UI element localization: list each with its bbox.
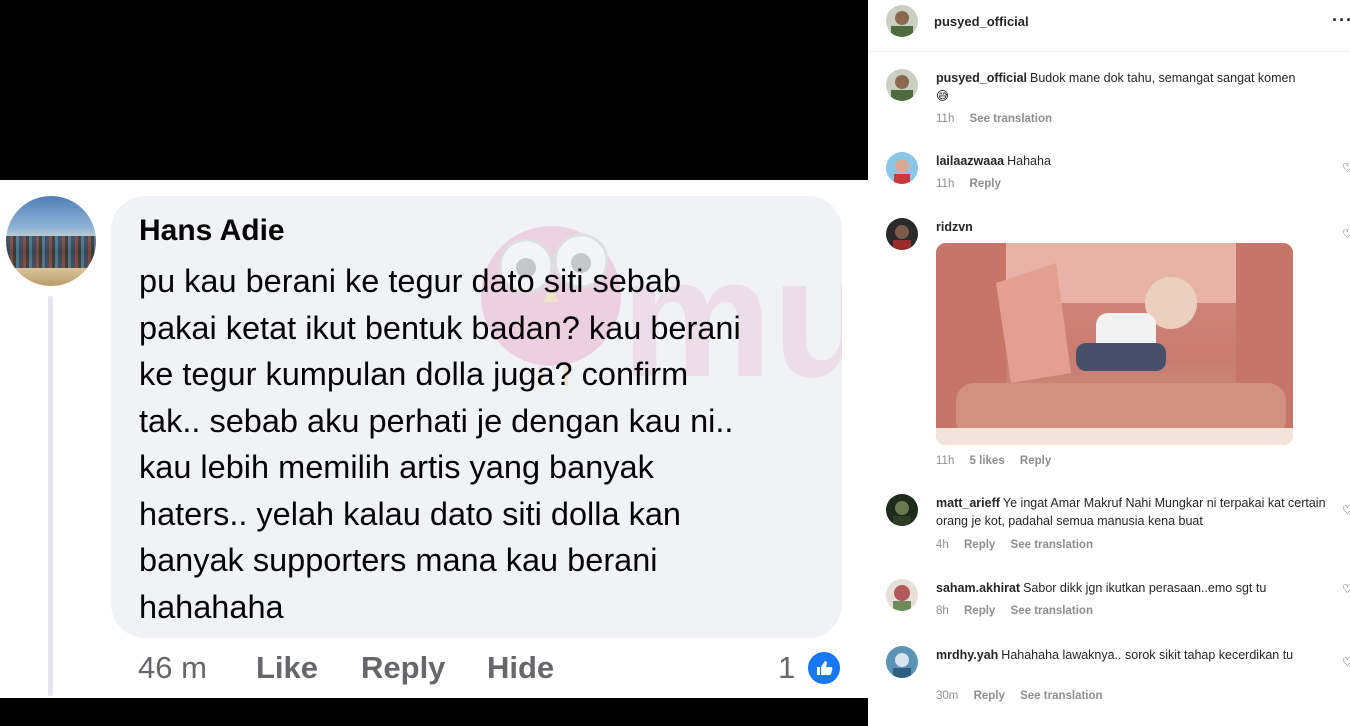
- see-translation-button[interactable]: See translation: [1011, 605, 1093, 617]
- comment-line: hahahaha: [139, 588, 284, 625]
- comment-body: mrdhy.yah Hahahaha lawaknya.. sorok sikit…: [936, 646, 1328, 664]
- comment-meta: 11h Reply: [936, 178, 1013, 190]
- comment-time: 4h: [936, 539, 949, 551]
- likes-count[interactable]: 5 likes: [970, 455, 1005, 467]
- reply-button[interactable]: Reply: [964, 539, 995, 551]
- like-button[interactable]: Like: [256, 650, 318, 686]
- comment-line: haters.. yelah kalau dato siti dolla kan: [139, 495, 681, 532]
- comment-time: 46 m: [138, 650, 207, 685]
- comment-time: 8h: [936, 605, 949, 617]
- reply-button[interactable]: Reply: [970, 178, 1001, 190]
- gif-attachment[interactable]: [936, 243, 1293, 445]
- header-avatar[interactable]: [886, 5, 918, 37]
- comment-line: pu kau berani ke tegur dato siti sebab: [139, 263, 682, 299]
- comment-username[interactable]: matt_arieff: [936, 496, 1000, 510]
- comment-line: ke tegur kumpulan dolla juga? confirm: [139, 356, 689, 392]
- comment-username[interactable]: lailaazwaaa: [936, 154, 1004, 168]
- emoji: 😅: [936, 89, 950, 103]
- comment-meta: 30m Reply See translation: [936, 690, 1115, 702]
- reaction-count[interactable]: 1: [778, 650, 795, 686]
- comment-body: saham.akhirat Sabor dikk jgn ikutkan pera…: [936, 579, 1332, 597]
- commenter-avatar[interactable]: [886, 494, 918, 526]
- comment-line: pakai ketat ikut bentuk badan? kau beran…: [139, 309, 741, 346]
- reply-button[interactable]: Reply: [974, 690, 1005, 702]
- avatar-crowd-photo: [6, 236, 96, 268]
- comment-author[interactable]: Hans Adie: [139, 214, 285, 248]
- see-translation-button[interactable]: See translation: [1011, 539, 1093, 551]
- comment-time: 30m: [936, 690, 959, 702]
- comment-meta: 11h See translation: [936, 113, 1064, 125]
- comment-username[interactable]: pusyed_official: [936, 71, 1027, 85]
- comment-time: 11h: [936, 113, 955, 125]
- comment-line: banyak supporters mana kau berani: [139, 542, 658, 578]
- more-horizontal-icon[interactable]: ···: [1332, 10, 1350, 31]
- commenter-avatar[interactable]: [886, 646, 918, 678]
- comment-time: 11h: [936, 455, 955, 467]
- reply-button[interactable]: Reply: [361, 650, 445, 686]
- comment-username[interactable]: saham.akhirat: [936, 581, 1020, 595]
- see-translation-button[interactable]: See translation: [970, 113, 1052, 125]
- comment-meta: 8h Reply See translation: [936, 605, 1105, 617]
- comment-text: Hahaha: [1007, 154, 1051, 168]
- commenter-avatar[interactable]: [886, 579, 918, 611]
- reply-button[interactable]: Reply: [1020, 455, 1051, 467]
- comment-body: pusyed_official Budok mane dok tahu, sema…: [936, 69, 1332, 105]
- comment-time: 11h: [936, 178, 955, 190]
- comment-body: matt_arieff Ye ingat Amar Makruf Nahi Mun…: [936, 494, 1332, 530]
- header-username[interactable]: pusyed_official: [934, 14, 1029, 29]
- commenter-avatar[interactable]: [886, 218, 918, 250]
- heart-outline-icon[interactable]: ♡: [1342, 656, 1350, 668]
- reply-button[interactable]: Reply: [964, 605, 995, 617]
- thumbs-up-icon[interactable]: [806, 650, 842, 686]
- comment-line: tak.. sebab aku perhati je dengan kau ni…: [139, 402, 734, 439]
- heart-outline-icon[interactable]: ♡: [1342, 162, 1350, 174]
- comment-meta: 11h 5 likes Reply: [936, 455, 1063, 467]
- post-header: pusyed_official ···: [868, 0, 1350, 52]
- facebook-comment-screenshot: mur Hans Adie pu kau berani ke tegur dat…: [0, 0, 868, 726]
- comment-meta: 4h Reply See translation: [936, 539, 1105, 551]
- instagram-comments-panel: pusyed_official ··· pusyed_officialBudok…: [868, 0, 1350, 726]
- heart-outline-icon[interactable]: ♡: [1342, 504, 1350, 516]
- commenter-avatar[interactable]: [886, 152, 918, 184]
- comment-text: pu kau berani ke tegur dato siti sebab p…: [139, 258, 829, 630]
- comment-username[interactable]: mrdhy.yah: [936, 648, 998, 662]
- see-translation-button[interactable]: See translation: [1020, 690, 1102, 702]
- commenter-avatar[interactable]: [886, 69, 918, 101]
- comment-text: Budok mane dok tahu, semangat sangat kom…: [1030, 71, 1296, 85]
- comment-bubble: mur Hans Adie pu kau berani ke tegur dat…: [111, 196, 842, 638]
- comment-text: Sabor dikk jgn ikutkan perasaan..emo sgt…: [1023, 581, 1267, 595]
- comment-text: Hahahaha lawaknya.. sorok sikit tahap ke…: [1001, 648, 1294, 662]
- thread-line: [48, 296, 53, 696]
- comment-username[interactable]: ridzvn: [936, 220, 973, 234]
- comment-line: kau lebih memilih artis yang banyak: [139, 449, 654, 485]
- heart-outline-icon[interactable]: ♡: [1342, 228, 1350, 240]
- heart-outline-icon[interactable]: ♡: [1342, 583, 1350, 595]
- hide-button[interactable]: Hide: [487, 650, 554, 686]
- commenter-avatar[interactable]: [6, 196, 96, 286]
- comment-body: ridzvn: [936, 218, 1332, 236]
- comment-body: lailaazwaaa Hahaha: [936, 152, 1332, 170]
- facebook-comment-area: mur Hans Adie pu kau berani ke tegur dat…: [0, 180, 868, 698]
